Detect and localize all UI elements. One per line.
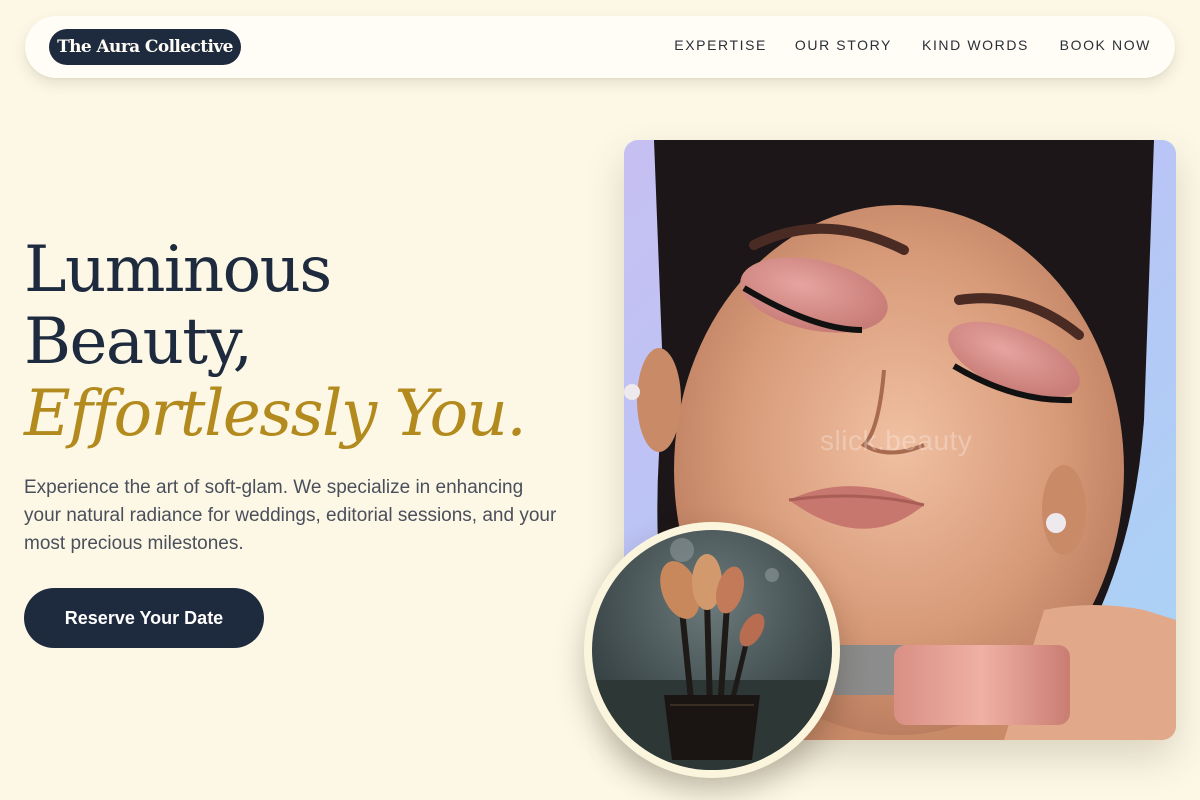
hero-subtitle: Experience the art of soft-glam. We spec… bbox=[24, 477, 557, 554]
brushes-illustration bbox=[592, 538, 832, 770]
top-navbar: The Aura Collective EXPERTISE OUR STORY … bbox=[25, 16, 1175, 78]
nav-link-expertise[interactable]: EXPERTISE bbox=[674, 37, 767, 53]
headline-accent: Effortlessly You. bbox=[24, 377, 527, 451]
headline-line-1: Luminous bbox=[24, 233, 332, 307]
brand-logo[interactable]: The Aura Collective bbox=[49, 29, 241, 65]
reserve-date-button[interactable]: Reserve Your Date bbox=[24, 588, 264, 648]
nav-link-kind-words[interactable]: KIND WORDS bbox=[922, 37, 1029, 53]
hero-headline: Luminous Beauty, Effortlessly You. bbox=[24, 233, 527, 451]
landing-page: The Aura Collective EXPERTISE OUR STORY … bbox=[0, 0, 1200, 800]
nav-link-book-now[interactable]: BOOK NOW bbox=[1060, 37, 1151, 53]
nav-link-our-story[interactable]: OUR STORY bbox=[795, 37, 892, 53]
brushes-round-image bbox=[584, 522, 840, 778]
image-watermark: slick.beauty bbox=[820, 425, 973, 456]
headline-line-2: Beauty, bbox=[24, 305, 253, 379]
